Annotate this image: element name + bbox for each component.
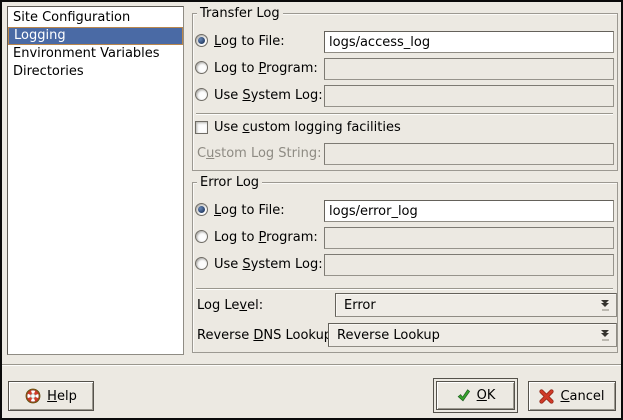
error-log-frame: Error Log Log to File: Log to Program: U… bbox=[192, 182, 618, 353]
action-area-separator bbox=[2, 364, 621, 366]
sidebar-item-directories[interactable]: Directories bbox=[8, 63, 183, 81]
error-log-frame-title: Error Log bbox=[197, 174, 262, 191]
log-level-label: Log Level: bbox=[197, 297, 263, 314]
transfer-system-log-input bbox=[324, 85, 614, 107]
custom-log-string-input bbox=[324, 143, 614, 165]
transfer-log-program-input bbox=[324, 58, 614, 80]
check-icon bbox=[456, 388, 471, 403]
error-log-program-input bbox=[324, 227, 614, 249]
transfer-log-to-program-label[interactable]: Log to Program: bbox=[214, 60, 318, 77]
custom-log-string-label: Custom Log String: bbox=[197, 145, 321, 162]
transfer-log-separator bbox=[196, 113, 613, 115]
error-log-to-program-radio[interactable] bbox=[195, 230, 208, 243]
transfer-log-frame: Transfer Log Log to File: Log to Program… bbox=[192, 13, 618, 171]
transfer-use-system-log-radio[interactable] bbox=[195, 88, 208, 101]
error-system-log-input bbox=[324, 254, 614, 276]
log-level-value: Error bbox=[344, 298, 376, 313]
logging-settings-dialog: Site Configuration Logging Environment V… bbox=[0, 0, 623, 420]
transfer-log-file-input[interactable] bbox=[324, 31, 614, 53]
transfer-log-frame-title: Transfer Log bbox=[197, 5, 283, 22]
sidebar-item-environment-variables[interactable]: Environment Variables bbox=[8, 45, 183, 63]
error-log-separator bbox=[196, 288, 613, 290]
sidebar-item-logging[interactable]: Logging bbox=[8, 27, 183, 45]
transfer-log-to-program-radio[interactable] bbox=[195, 61, 208, 74]
lifebuoy-icon bbox=[25, 388, 41, 404]
cancel-button-label: Cancel bbox=[560, 388, 604, 405]
transfer-log-to-file-radio[interactable] bbox=[195, 34, 208, 47]
error-log-to-program-label[interactable]: Log to Program: bbox=[214, 229, 318, 246]
ok-button-label: OK bbox=[477, 387, 496, 404]
chevron-down-icon bbox=[601, 330, 610, 341]
error-use-system-log-radio[interactable] bbox=[195, 257, 208, 270]
x-icon bbox=[539, 389, 554, 404]
chevron-down-icon bbox=[601, 300, 610, 311]
cancel-button[interactable]: Cancel bbox=[528, 381, 616, 411]
transfer-log-to-file-label[interactable]: Log to File: bbox=[214, 33, 285, 50]
ok-button-default-ring: OK bbox=[433, 378, 518, 413]
error-log-to-file-radio[interactable] bbox=[195, 203, 208, 216]
transfer-use-system-log-label[interactable]: Use System Log: bbox=[214, 87, 323, 104]
ok-button[interactable]: OK bbox=[436, 381, 515, 410]
log-level-combo[interactable]: Error bbox=[335, 293, 617, 317]
reverse-dns-lookup-value: Reverse Lookup bbox=[337, 328, 440, 343]
reverse-dns-lookup-combo[interactable]: Reverse Lookup bbox=[328, 323, 617, 347]
error-log-file-input[interactable] bbox=[324, 200, 614, 222]
error-use-system-log-label[interactable]: Use System Log: bbox=[214, 256, 323, 273]
error-log-to-file-label[interactable]: Log to File: bbox=[214, 202, 285, 219]
sidebar-item-site-configuration[interactable]: Site Configuration bbox=[8, 9, 183, 27]
reverse-dns-lookup-label: Reverse DNS Lookup: bbox=[197, 327, 336, 344]
section-list: Site Configuration Logging Environment V… bbox=[7, 6, 184, 355]
help-button-label: Help bbox=[47, 388, 77, 405]
help-button[interactable]: Help bbox=[8, 381, 94, 411]
use-custom-logging-facilities-label[interactable]: Use custom logging facilities bbox=[214, 119, 401, 136]
use-custom-logging-facilities-checkbox[interactable] bbox=[195, 121, 208, 134]
